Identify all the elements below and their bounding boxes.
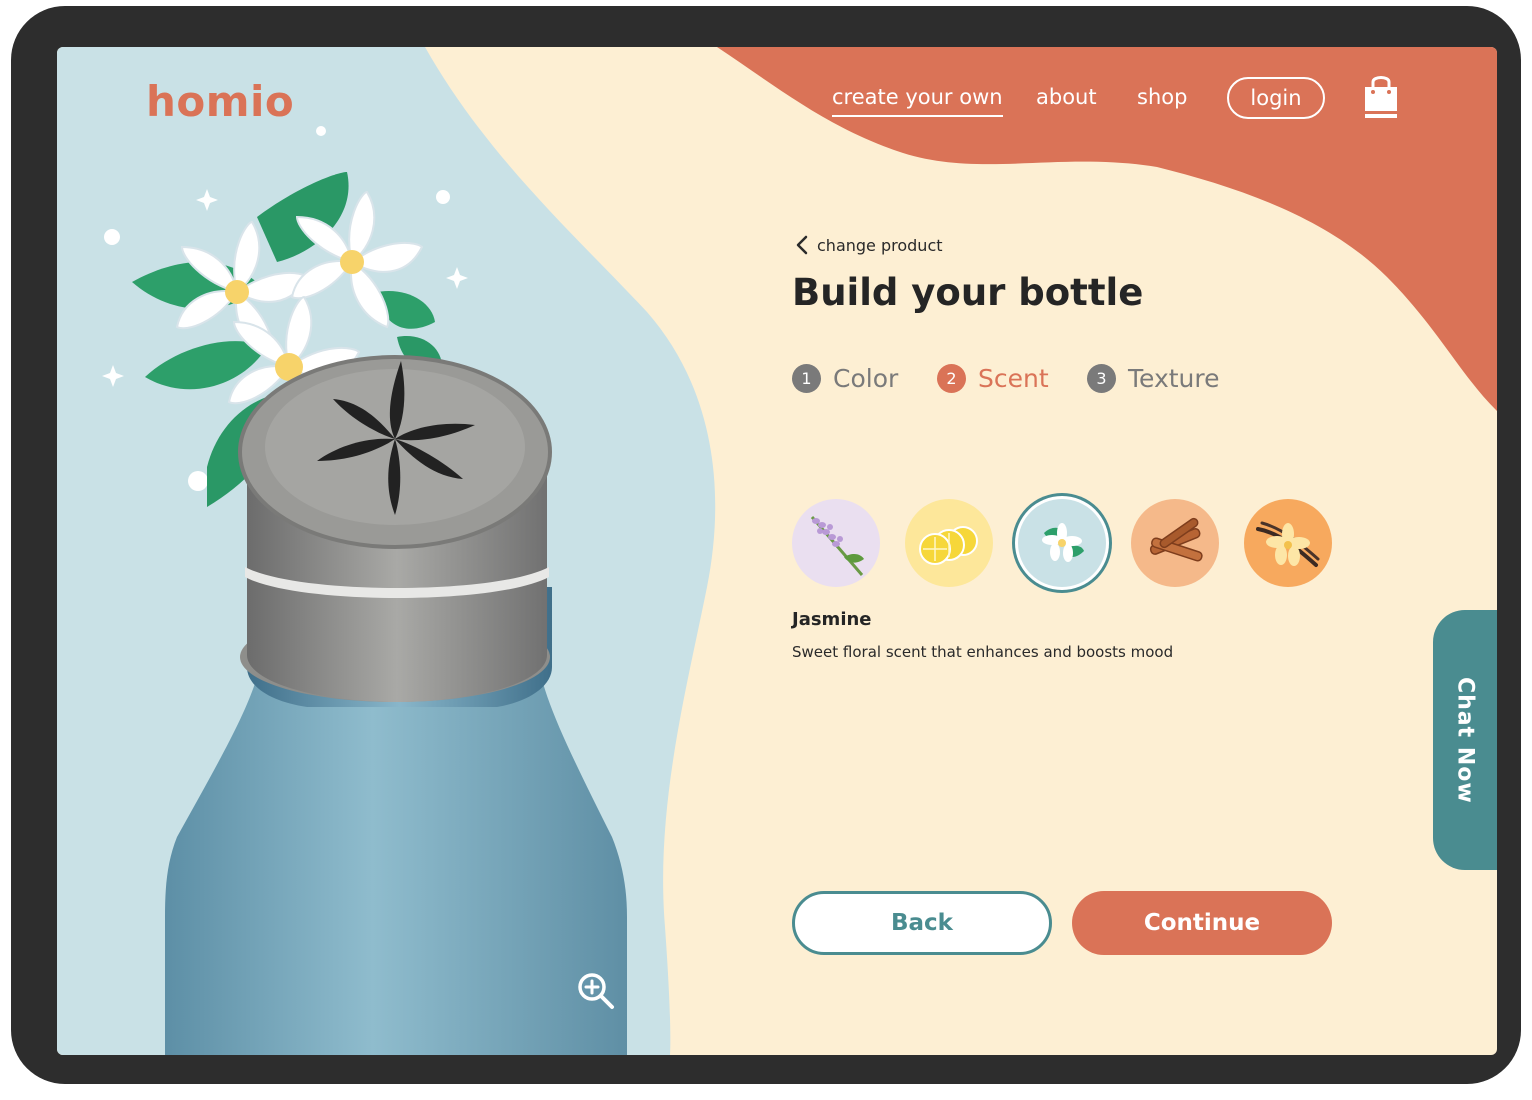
- nav-about[interactable]: about: [1036, 85, 1097, 109]
- step-number: 2: [937, 364, 966, 393]
- step-label: Scent: [978, 364, 1049, 393]
- shopping-bag-icon[interactable]: [1363, 73, 1399, 119]
- top-nav: create your own about shop login: [57, 76, 1497, 137]
- change-product-link[interactable]: change product: [795, 235, 943, 255]
- step-label: Color: [833, 364, 899, 393]
- scent-option-lemon[interactable]: [905, 499, 993, 587]
- step-number: 1: [792, 364, 821, 393]
- step-texture[interactable]: 3 Texture: [1087, 364, 1220, 393]
- app-screen: homio create your own about shop login c…: [57, 47, 1497, 1055]
- chevron-left-icon: [796, 235, 808, 255]
- jasmine-icon: [1042, 523, 1084, 562]
- bottle-preview: [102, 126, 627, 1055]
- vanilla-icon: [1256, 521, 1320, 567]
- zoom-in-icon[interactable]: [577, 972, 615, 1010]
- scent-option-vanilla[interactable]: [1244, 499, 1332, 587]
- lavender-icon: [810, 516, 864, 576]
- selected-scent-name: Jasmine: [792, 609, 872, 630]
- change-product-label: change product: [817, 235, 943, 255]
- scent-option-lavender[interactable]: [792, 499, 880, 587]
- continue-button[interactable]: Continue: [1072, 891, 1332, 955]
- step-number: 3: [1087, 364, 1116, 393]
- chat-now-label: Chat Now: [1452, 676, 1478, 804]
- cinnamon-icon: [1149, 517, 1203, 562]
- nav-create-your-own[interactable]: create your own: [832, 85, 1003, 117]
- step-scent[interactable]: 2 Scent: [937, 364, 1049, 393]
- step-label: Texture: [1128, 364, 1220, 393]
- lemon-icon: [919, 526, 978, 565]
- scent-option-cinnamon[interactable]: [1131, 499, 1219, 587]
- login-button[interactable]: login: [1227, 77, 1325, 119]
- nav-shop[interactable]: shop: [1137, 85, 1187, 109]
- device-frame: homio create your own about shop login c…: [11, 6, 1521, 1084]
- scent-option-jasmine[interactable]: [1018, 499, 1106, 587]
- chat-now-tab[interactable]: Chat Now: [1433, 610, 1497, 870]
- step-color[interactable]: 1 Color: [792, 364, 898, 393]
- selected-scent-description: Sweet floral scent that enhances and boo…: [792, 643, 1174, 661]
- page-title: Build your bottle: [792, 271, 1144, 314]
- back-button[interactable]: Back: [792, 891, 1052, 955]
